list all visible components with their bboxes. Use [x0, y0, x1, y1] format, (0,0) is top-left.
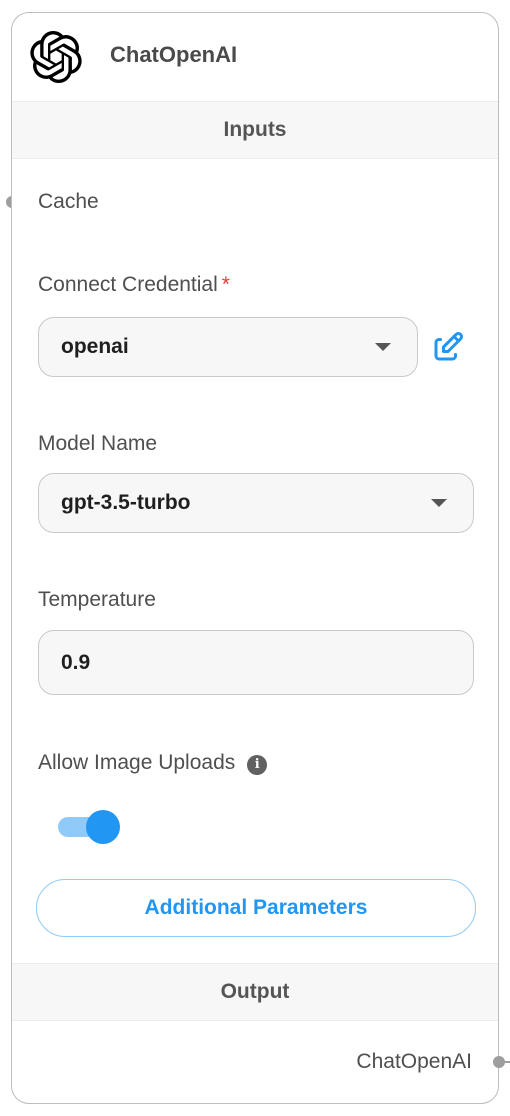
temperature-input[interactable]: 0.9 [38, 630, 474, 695]
chatopenai-node[interactable]: ChatOpenAI Inputs Cache Connect Credenti… [11, 12, 499, 1104]
node-title: ChatOpenAI [110, 42, 238, 67]
model-name-select[interactable]: gpt-3.5-turbo [38, 473, 474, 533]
model-name-label: Model Name [38, 432, 158, 455]
image-uploads-label: Allow Image Uploads [38, 751, 236, 774]
credential-label: Connect Credential * [38, 273, 230, 297]
output-connector-line [503, 1061, 510, 1063]
chevron-down-icon [375, 343, 391, 351]
credential-label-text: Connect Credential [38, 273, 218, 296]
model-name-select-value: gpt-3.5-turbo [61, 491, 191, 514]
inputs-section-header: Inputs [12, 101, 498, 159]
output-label: ChatOpenAI [356, 1050, 472, 1073]
credential-select[interactable]: openai [38, 317, 418, 377]
output-section-header: Output [12, 963, 498, 1021]
chevron-down-icon [431, 499, 447, 507]
cache-label: Cache [38, 190, 99, 213]
toggle-thumb [86, 810, 120, 844]
required-asterisk: * [221, 273, 230, 296]
credential-select-value: openai [61, 335, 129, 358]
temperature-label: Temperature [38, 588, 156, 611]
image-uploads-toggle[interactable] [58, 807, 120, 847]
node-header: ChatOpenAI [12, 13, 498, 101]
edit-icon[interactable] [430, 329, 466, 365]
info-icon[interactable]: i [247, 755, 268, 775]
openai-logo-icon [30, 31, 82, 83]
image-uploads-label-row: Allow Image Uploads i [38, 751, 268, 775]
additional-parameters-button[interactable]: Additional Parameters [36, 879, 476, 937]
temperature-input-value: 0.9 [61, 650, 91, 674]
